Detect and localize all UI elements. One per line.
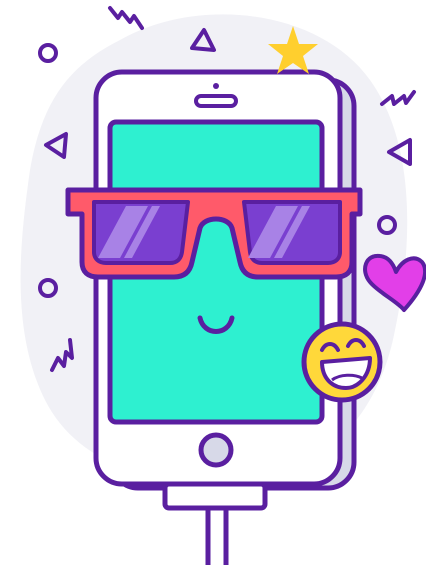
front-camera	[213, 83, 219, 89]
illustration-stage	[0, 0, 426, 565]
phone-illustration	[20, 6, 426, 565]
circle-icon	[38, 43, 58, 63]
home-button	[198, 432, 234, 468]
squiggle-icon	[380, 90, 416, 106]
cable-plug	[162, 481, 268, 511]
squiggle-icon	[108, 6, 144, 30]
grinning-emoji-icon	[301, 321, 383, 403]
